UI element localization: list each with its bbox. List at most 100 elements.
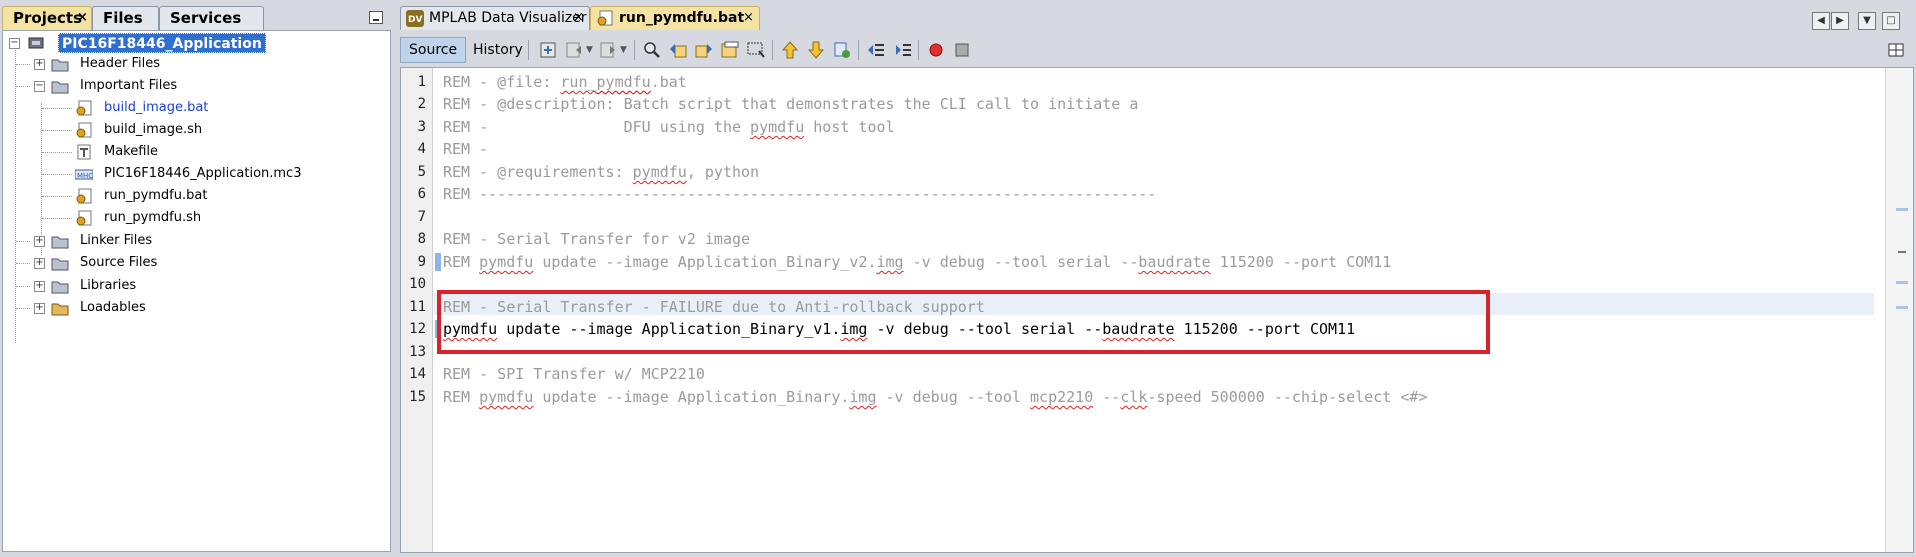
line-number: 6 <box>417 186 426 202</box>
tree-file-run-pymdfu-sh[interactable]: run_pymdfu.sh <box>3 208 392 228</box>
toggle-highlight-icon[interactable] <box>720 40 740 60</box>
toolbar-separator <box>528 40 529 60</box>
tree-label: Linker Files <box>80 233 153 248</box>
code-line[interactable]: REM - @requirements: pymdfu, python <box>443 161 759 183</box>
projects-panel: Projects × Files Services − PIC16F18446_… <box>0 0 393 557</box>
collapse-icon[interactable]: − <box>9 38 20 49</box>
tab-list-icon[interactable]: ▼ <box>1858 12 1876 30</box>
editor-tabs: DV MPLAB Data Visualizer × run_pymdfu.ba… <box>398 6 1916 30</box>
tab-label: run_pymdfu.bat <box>619 10 745 26</box>
next-bookmark-icon[interactable] <box>806 40 826 60</box>
code-line[interactable]: REM - <box>443 138 488 160</box>
expand-icon[interactable]: + <box>34 281 45 292</box>
tree-file-run-pymdfu-bat[interactable]: run_pymdfu.bat <box>3 186 392 206</box>
tree-node-source-files[interactable]: + Source Files <box>3 253 392 273</box>
stop-macro-recording-icon[interactable] <box>952 40 972 60</box>
find-icon[interactable] <box>642 40 662 60</box>
tree-node-loadables[interactable]: + Loadables <box>3 298 392 318</box>
tab-projects[interactable]: Projects × <box>2 6 92 30</box>
tree-file-build-image-sh[interactable]: build_image.sh <box>3 120 392 140</box>
code-line[interactable]: REM - @description: Batch script that de… <box>443 93 1138 115</box>
close-icon[interactable]: × <box>573 7 584 29</box>
svg-text:DV: DV <box>408 15 422 25</box>
tree-guide <box>16 64 30 65</box>
code-line[interactable]: REM - DFU using the pymdfu host tool <box>443 116 895 138</box>
shift-left-icon[interactable] <box>866 40 886 60</box>
tree-node-header-files[interactable]: + Header Files <box>3 54 392 74</box>
expand-icon[interactable]: + <box>34 236 45 247</box>
code-line[interactable]: REM ------------------------------------… <box>443 183 1156 205</box>
expand-icon[interactable]: + <box>34 303 45 314</box>
chevron-down-icon[interactable]: ▼ <box>586 45 593 55</box>
tree-file-build-image-bat[interactable]: build_image.bat <box>3 98 392 118</box>
vertical-scrollbar[interactable] <box>1885 68 1913 552</box>
previous-bookmark-icon[interactable] <box>780 40 800 60</box>
tree-node-important-files[interactable]: − Important Files <box>3 76 392 96</box>
tree-node-libraries[interactable]: + Libraries <box>3 276 392 296</box>
source-button[interactable]: Source <box>400 37 467 63</box>
tree-node-linker-files[interactable]: + Linker Files <box>3 231 392 251</box>
svg-text:MHC: MHC <box>77 172 93 180</box>
toolbar-separator <box>918 40 919 60</box>
minimize-icon[interactable] <box>369 11 383 24</box>
code-line[interactable]: REM - SPI Transfer w/ MCP2210 <box>443 363 705 385</box>
line-number: 2 <box>417 96 426 112</box>
line-number-gutter: 1 2 3 4 5 6 7 8 9 10 11 12 13 14 15 <box>401 68 433 552</box>
expand-icon[interactable]: + <box>34 258 45 269</box>
expand-icon[interactable]: + <box>34 59 45 70</box>
line-number: 3 <box>417 119 426 135</box>
tab-run-pymdfu-bat[interactable]: run_pymdfu.bat × <box>590 6 760 30</box>
tree-file-label: Makefile <box>104 144 159 159</box>
tree-file-mc3[interactable]: MHC PIC16F18446_Application.mc3 <box>3 164 392 184</box>
gear-script-icon <box>76 188 92 204</box>
folder-icon <box>51 258 69 271</box>
tree-guide <box>42 218 72 219</box>
code-line[interactable]: REM - @file: run_pymdfu.bat <box>443 71 687 93</box>
tab-projects-label: Projects <box>13 9 83 27</box>
code-line[interactable]: REM pymdfu update --image Application_Bi… <box>443 251 1391 273</box>
history-button[interactable]: History <box>464 37 532 63</box>
mhc-file-icon: MHC <box>75 169 93 180</box>
tree-file-label: run_pymdfu.bat <box>104 188 208 203</box>
start-macro-recording-icon[interactable] <box>926 40 946 60</box>
tree-guide <box>42 152 72 153</box>
find-next-icon[interactable] <box>694 40 714 60</box>
code-editor[interactable]: 1 2 3 4 5 6 7 8 9 10 11 12 13 14 15 REM … <box>400 67 1914 553</box>
code-line[interactable]: REM pymdfu update --image Application_Bi… <box>443 386 1427 408</box>
toggle-bookmark-icon[interactable] <box>832 40 852 60</box>
chevron-down-icon[interactable]: ▼ <box>620 45 627 55</box>
split-window-icon[interactable] <box>1886 40 1906 60</box>
collapse-icon[interactable]: − <box>34 81 45 92</box>
tree-label: Header Files <box>80 56 160 71</box>
gear-script-icon <box>597 10 613 26</box>
line-number: 10 <box>409 276 426 292</box>
scroll-left-icon[interactable]: ◀ <box>1812 12 1830 30</box>
tab-files[interactable]: Files <box>92 6 159 30</box>
tree-file-makefile[interactable]: Makefile <box>3 142 392 162</box>
find-previous-icon[interactable] <box>668 40 688 60</box>
gear-script-icon <box>76 210 92 226</box>
close-icon[interactable]: × <box>743 7 754 29</box>
scroll-right-icon[interactable]: ▶ <box>1831 12 1849 30</box>
projects-panel-tabs: Projects × Files Services <box>0 6 393 30</box>
tab-data-visualizer[interactable]: DV MPLAB Data Visualizer × <box>400 6 590 30</box>
tree-guide <box>42 108 72 109</box>
shift-right-icon[interactable] <box>892 40 912 60</box>
line-number: 8 <box>417 231 426 247</box>
close-icon[interactable]: × <box>77 7 88 29</box>
maximize-icon[interactable]: □ <box>1882 12 1900 30</box>
folder-icon <box>51 236 69 249</box>
tree-node-root[interactable]: − PIC16F18446_Application <box>3 33 392 53</box>
code-line[interactable]: REM - Serial Transfer for v2 image <box>443 228 750 250</box>
tab-services[interactable]: Services <box>159 6 264 30</box>
tree-guide <box>16 286 30 287</box>
folder-open-icon <box>51 81 69 94</box>
toggle-rect-selection-icon[interactable] <box>746 40 766 60</box>
back-icon[interactable] <box>564 40 584 60</box>
highlight-annotation-box <box>437 290 1490 354</box>
line-number: 1 <box>417 74 426 90</box>
line-number: 7 <box>417 209 426 225</box>
line-number: 15 <box>409 389 426 405</box>
last-edit-icon[interactable] <box>538 40 558 60</box>
forward-icon[interactable] <box>598 40 618 60</box>
